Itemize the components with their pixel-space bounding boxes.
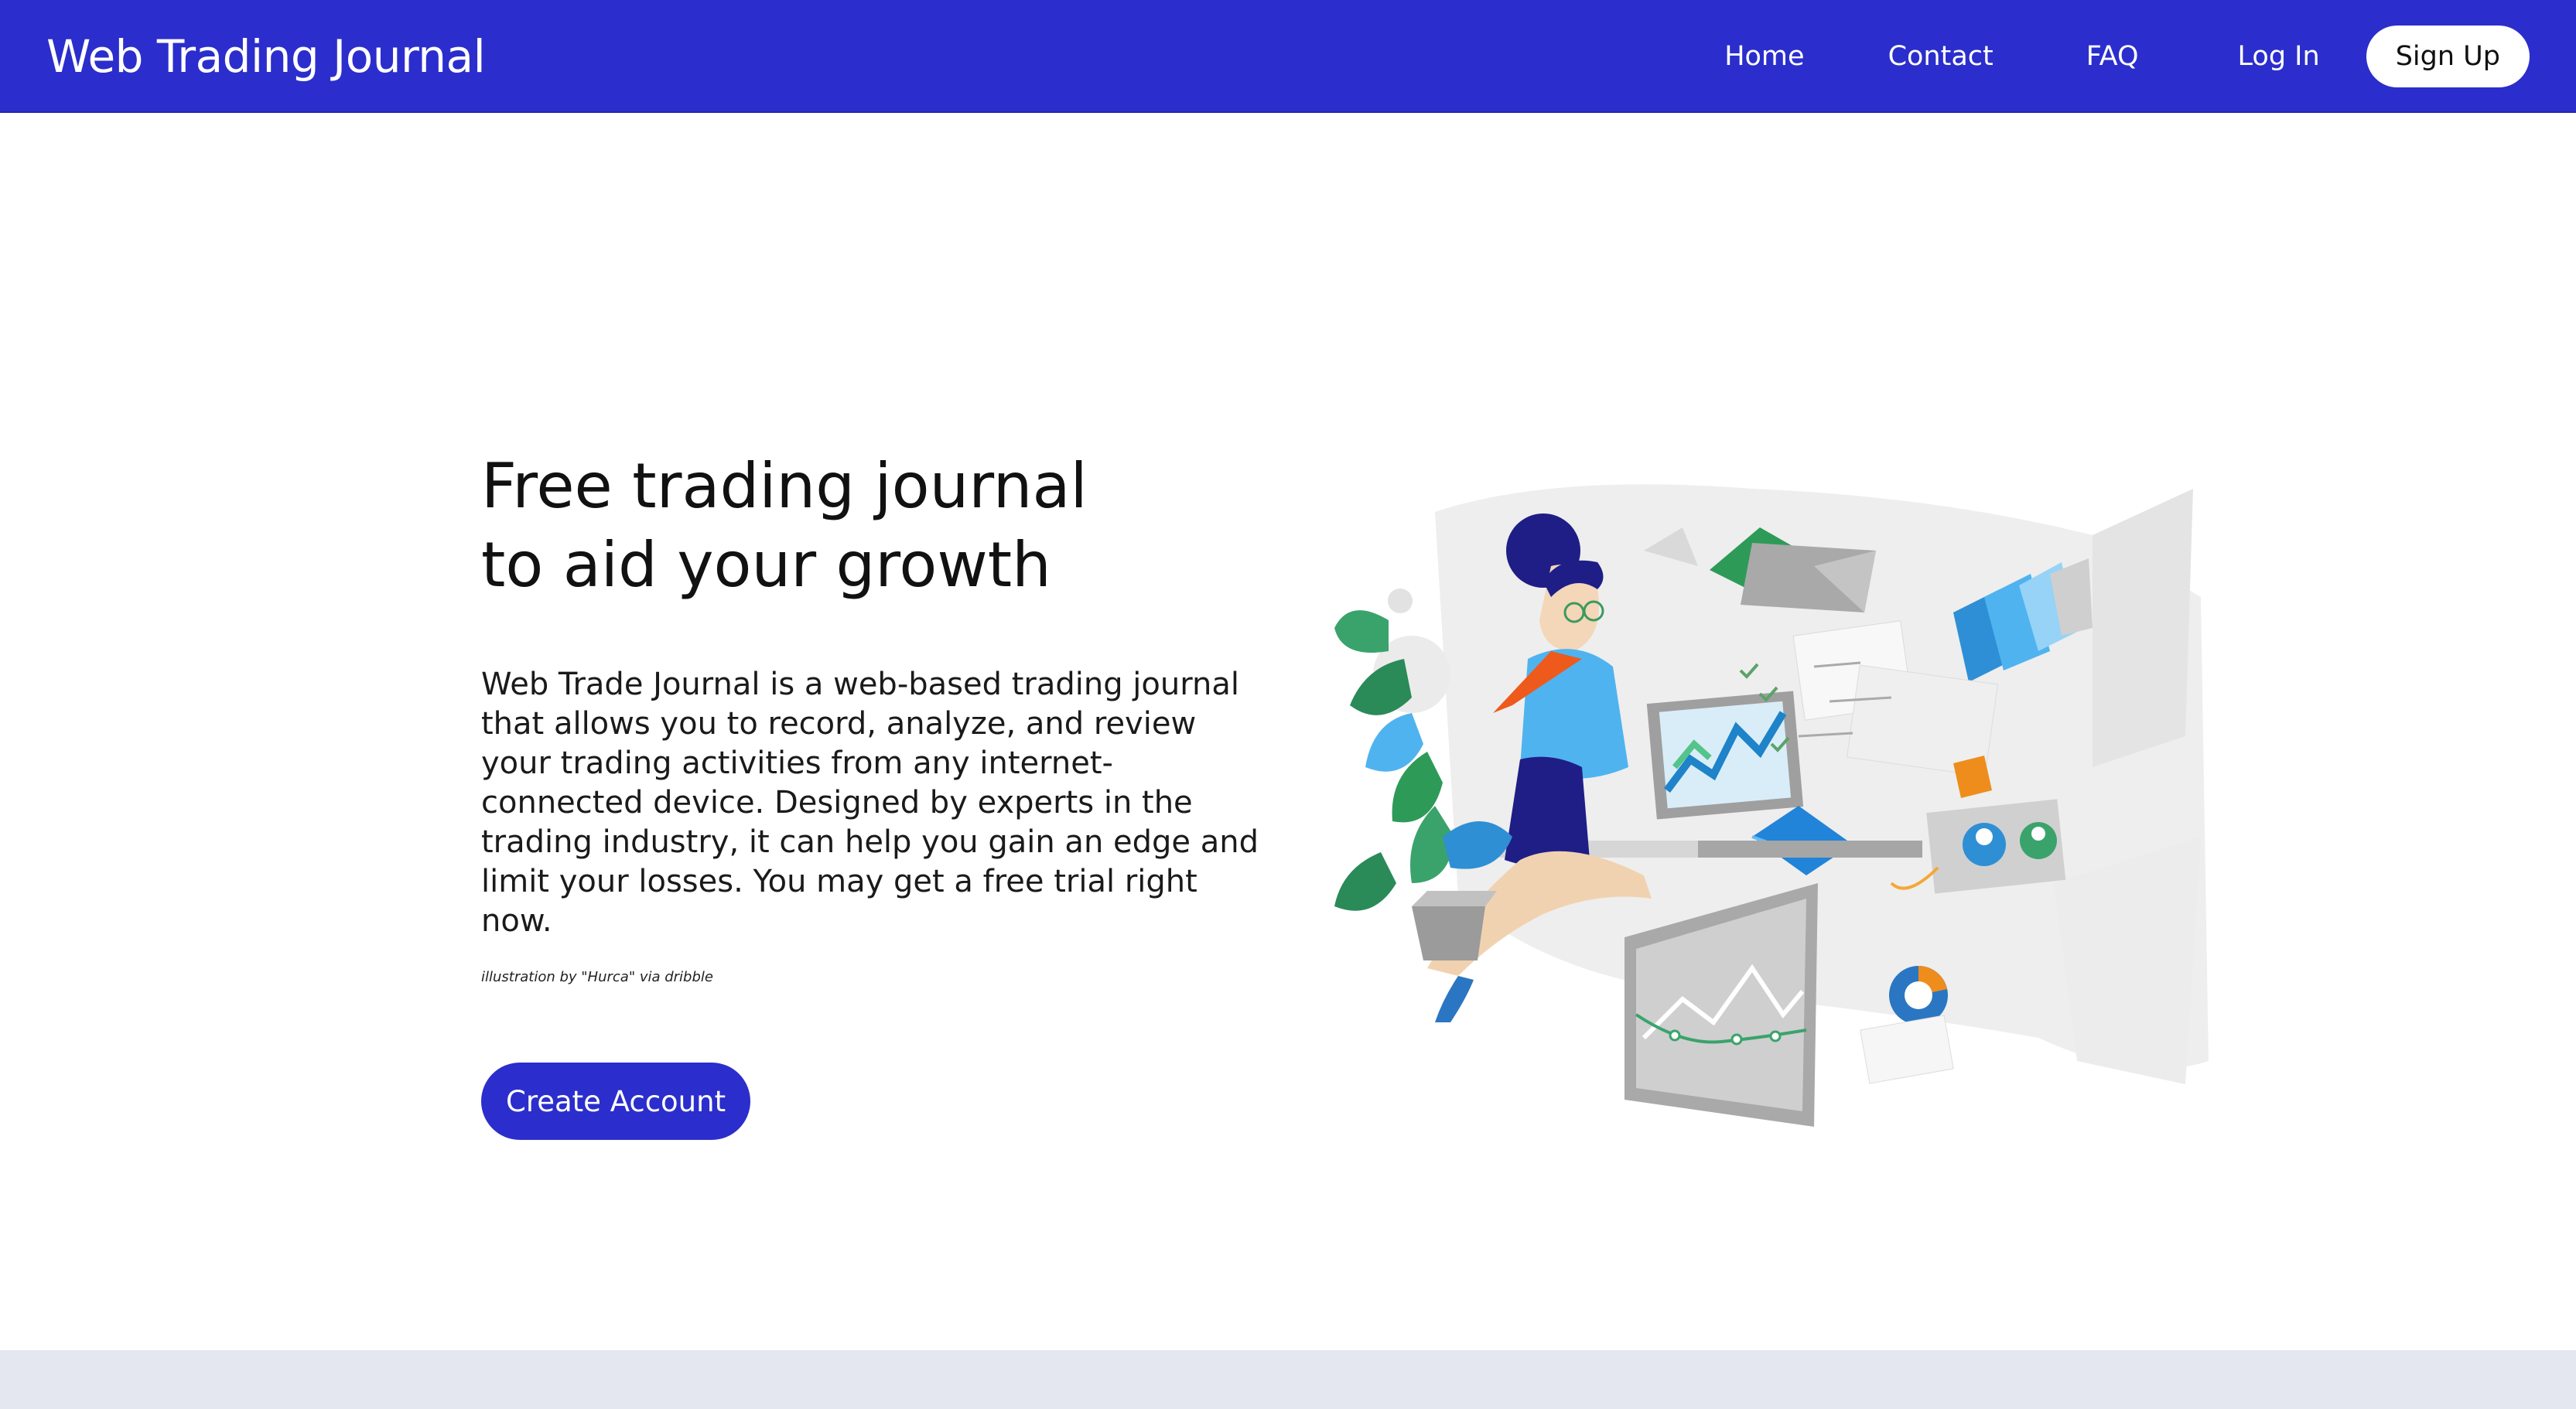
nav-login-link[interactable]: Log In (2224, 41, 2334, 72)
hero-title: Free trading journal to aid your growth (481, 447, 1286, 605)
hero-section: Free trading journal to aid your growth … (0, 113, 2576, 1350)
hero-description: Web Trade Journal is a web-based trading… (481, 667, 1259, 939)
hero-title-line-1: Free trading journal (481, 450, 1088, 522)
hero-title-line-2: to aid your growth (481, 529, 1051, 601)
illustration-credit: illustration by "Hurca" via dribble (481, 969, 713, 985)
nav-faq-link[interactable]: FAQ (2072, 41, 2153, 72)
hero-illustration (1334, 484, 2209, 1127)
footer-band (0, 1350, 2576, 1409)
hero-text-block: Free trading journal to aid your growth … (481, 447, 1286, 1140)
create-account-button[interactable]: Create Account (481, 1063, 751, 1140)
nav-links: Home Contact FAQ Log In Sign Up (1710, 0, 2530, 113)
nav-home-link[interactable]: Home (1710, 41, 1818, 72)
top-navbar: Web Trading Journal Home Contact FAQ Log… (0, 0, 2576, 113)
nav-contact-link[interactable]: Contact (1874, 41, 2007, 72)
signup-button[interactable]: Sign Up (2366, 26, 2530, 87)
brand-logo-text[interactable]: Web Trading Journal (46, 0, 486, 113)
